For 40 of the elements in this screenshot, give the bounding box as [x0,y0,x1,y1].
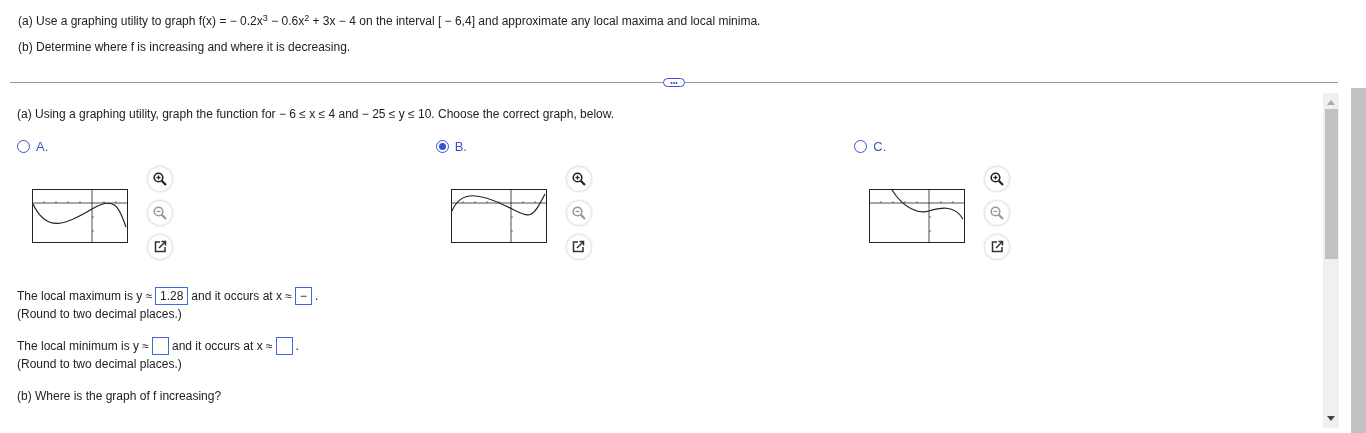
question-text: (a) Use a graphing utility to graph f(x) = − 0.2x$^{3}$ − 0.6x$^{2}$ + 3x − 4 on the interval [ − 6,4] and approximate any local maxima and local minima. [18,12,762,30]
zoom-in-icon [153,171,167,186]
open-external-button[interactable] [148,234,172,259]
part-a-prompt: (a) Using a graphing utility, graph the function for − 6 ≤ x ≤ 4 and − 25 ≤ y ≤ 10. Choose the correct graph, below. [17,106,616,123]
external-link-icon [990,240,1004,253]
option-label[interactable]: C. [873,137,887,157]
answer-text: . [314,287,319,305]
option-label[interactable]: A. [36,137,49,157]
answer-text: and it occurs at x ≈ [191,287,292,305]
zoom-out-button[interactable] [985,200,1010,225]
page-scrollbar[interactable] [1351,88,1366,433]
rounding-hint: (Round to two decimal places.) [17,305,183,323]
zoom-out-icon [990,205,1005,220]
zoom-in-icon [990,171,1005,186]
external-link-icon [153,240,167,253]
answer-text: The local maximum is y ≈ [17,287,153,305]
part-b-prompt: (b) Where is the graph of f increasing? [17,387,223,405]
answer-text: and it occurs at x ≈ [171,337,273,355]
zoom-in-button[interactable] [985,166,1010,191]
open-external-button[interactable] [566,234,591,259]
scrollbar-thumb[interactable] [1324,109,1338,259]
question-text: (b) Determine where f is increasing and where it is decreasing. [18,39,352,56]
rounding-hint: (Round to two decimal places.) [17,355,183,373]
open-external-button[interactable] [985,234,1010,259]
answer-field[interactable] [151,336,169,355]
option-label[interactable]: B. [454,137,467,157]
answer-field[interactable] [275,336,293,355]
answer-text: . [295,337,299,355]
zoom-out-icon [571,205,586,220]
answer-field[interactable]: − [294,286,312,305]
zoom-in-button[interactable] [148,166,172,191]
external-link-icon [572,240,586,253]
zoom-in-button[interactable] [566,166,591,191]
zoom-out-button[interactable] [148,200,172,225]
zoom-out-icon [153,205,167,220]
zoom-out-button[interactable] [566,200,591,225]
scroll-down-icon[interactable] [1327,416,1335,422]
answer-field[interactable]: 1.28 [155,286,189,305]
answer-text: The local minimum is y ≈ [17,337,149,355]
zoom-in-icon [571,171,586,186]
